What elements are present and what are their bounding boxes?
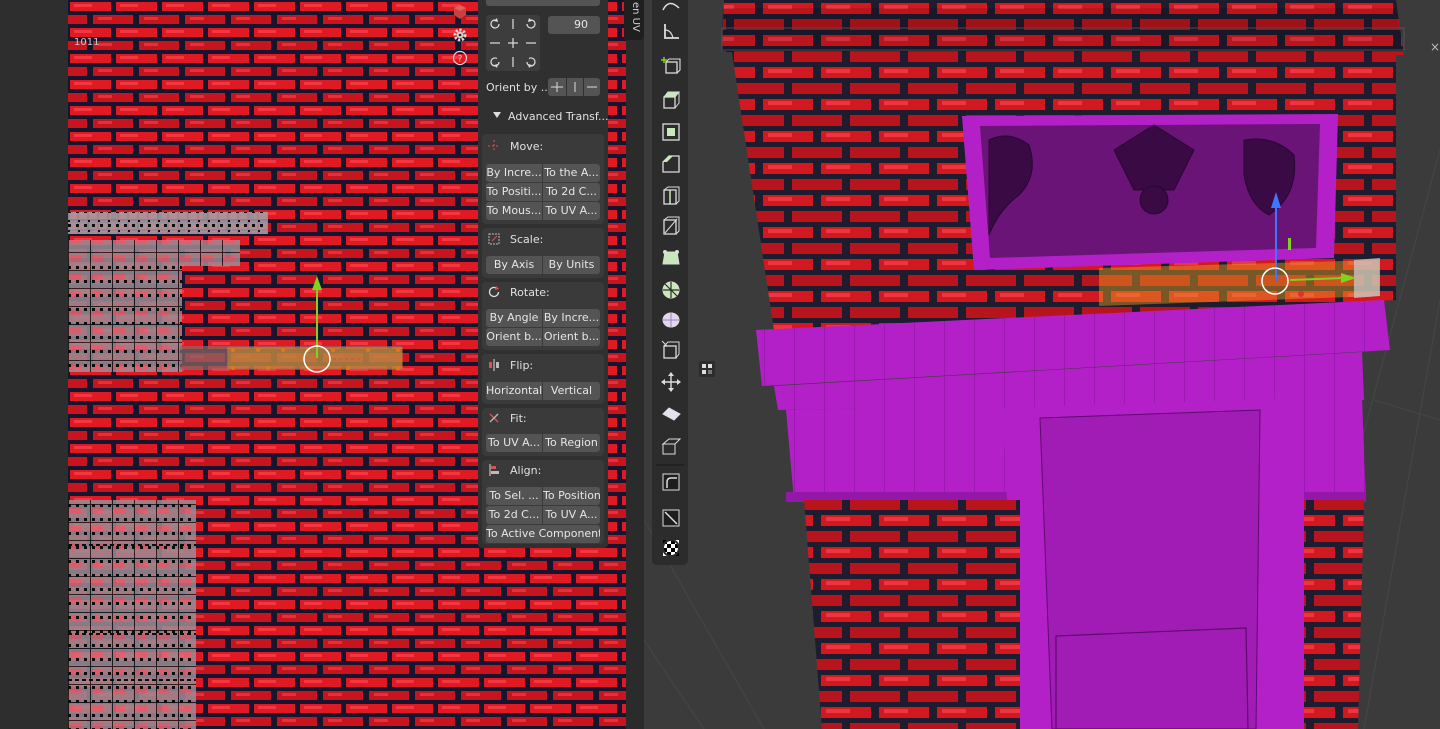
rotation-grid	[486, 15, 540, 71]
3d-viewport[interactable]: ×	[644, 0, 1440, 729]
uv-side-panel: 90 Orient by ... Advanced Transf... Move…	[478, 0, 608, 548]
fit-label: Fit:	[510, 412, 527, 425]
align-to-active-component-button[interactable]: To Active Component	[486, 525, 600, 543]
extrude-icon[interactable]	[661, 90, 681, 110]
scale-label: Scale:	[510, 233, 544, 246]
move-to-active-button[interactable]: To the A...	[543, 164, 600, 182]
viewport-toolbar	[652, 0, 688, 565]
orient-by-label: Orient by ...	[486, 81, 552, 94]
align-to-selection-button[interactable]: To Sel. ...	[486, 487, 542, 505]
top-tool-row[interactable]	[486, 0, 600, 6]
align-label: Align:	[510, 464, 542, 477]
measure-icon[interactable]	[661, 22, 681, 42]
svg-text:?: ?	[458, 55, 463, 65]
rotate-cw-icon[interactable]	[524, 55, 538, 69]
scale-icon	[488, 233, 500, 245]
center-cross-icon[interactable]	[506, 36, 520, 50]
move-to-position-button[interactable]: To Positi...	[486, 183, 542, 201]
orient-flat-button[interactable]	[584, 78, 600, 96]
rotate-ccw-icon[interactable]	[488, 55, 502, 69]
rotate-ccw-icon[interactable]	[488, 17, 502, 31]
knife-icon[interactable]	[661, 216, 681, 236]
flip-label: Flip:	[510, 359, 534, 372]
gear-icon[interactable]	[452, 27, 468, 43]
scale-by-units-button[interactable]: By Units	[543, 256, 600, 274]
rotate-orient-by-button-1[interactable]: Orient b...	[486, 328, 542, 346]
flip-horizontal-button[interactable]: Horizontal	[486, 382, 542, 400]
flip-vertical-button[interactable]: Vertical	[543, 382, 600, 400]
align-to-position-button[interactable]: To Position	[543, 487, 600, 505]
rotate-label: Rotate:	[510, 286, 550, 299]
uv-tile-number: 1011	[74, 37, 100, 48]
align-icon	[489, 464, 499, 476]
vertical-bar-icon	[574, 82, 576, 92]
checker-icon[interactable]	[661, 538, 681, 558]
curve-icon[interactable]	[661, 0, 681, 16]
rotation-angle-field[interactable]: 90	[548, 16, 600, 34]
advanced-transform-header[interactable]: Advanced Transf...	[508, 110, 608, 123]
rotate-by-increment-button[interactable]: By Incre...	[543, 309, 600, 327]
orient-horizontal-button[interactable]	[548, 78, 566, 96]
smooth-icon[interactable]	[661, 310, 681, 330]
floating-widget-icon[interactable]	[698, 360, 716, 378]
viewport-scene[interactable]	[644, 0, 1440, 729]
inset-icon[interactable]	[661, 122, 681, 142]
vertical-bar-icon[interactable]	[506, 17, 520, 31]
panel-tab-label[interactable]: en UV	[627, 2, 641, 32]
align-to-2d-cursor-button[interactable]: To 2d C...	[486, 506, 542, 524]
spin-icon[interactable]	[661, 280, 681, 300]
uv-island-bottom[interactable]	[68, 500, 196, 729]
cube-icon[interactable]	[452, 4, 468, 20]
fit-to-uv-area-button[interactable]: To UV A...	[486, 434, 542, 452]
loop-cut-icon[interactable]	[661, 186, 681, 206]
collapse-triangle-icon[interactable]	[492, 110, 502, 120]
fit-to-region-button[interactable]: To Region	[543, 434, 600, 452]
toolbar-separator	[656, 464, 684, 466]
fit-icon	[489, 413, 499, 423]
help-icon[interactable]: ?	[452, 50, 468, 66]
uv-selected-strip[interactable]	[180, 346, 403, 370]
align-cross-icon	[551, 82, 563, 92]
move-by-increment-button[interactable]: By Incre...	[486, 164, 542, 182]
shear-icon[interactable]	[661, 404, 681, 424]
edge-slide-icon[interactable]	[661, 340, 681, 360]
vertical-bar-icon[interactable]	[506, 55, 520, 69]
carved-panel[interactable]	[962, 114, 1338, 270]
poly-build-icon[interactable]	[661, 248, 681, 268]
orient-vertical-button[interactable]	[567, 78, 583, 96]
blender-window: 1011 ? 90 Orient by ... Advanced Transf.…	[0, 0, 1440, 729]
add-cube-icon[interactable]	[661, 56, 681, 76]
uv-edge-icon[interactable]	[661, 472, 681, 492]
rip-icon[interactable]	[661, 436, 681, 456]
rotate-orient-by-button-2[interactable]: Orient b...	[543, 328, 600, 346]
move-to-mouse-button[interactable]: To Mous...	[486, 202, 542, 220]
horizontal-bar-icon[interactable]	[488, 36, 502, 50]
horizontal-bar-icon[interactable]	[524, 36, 538, 50]
move-label: Move:	[510, 140, 544, 153]
uv-header-icons: ?	[450, 0, 472, 73]
move-icon	[488, 140, 500, 152]
align-to-uv-area-button[interactable]: To UV A...	[543, 506, 600, 524]
uv-square-icon[interactable]	[661, 508, 681, 528]
rotate-icon	[488, 286, 500, 298]
scale-by-axis-button[interactable]: By Axis	[486, 256, 542, 274]
close-icon[interactable]: ×	[1430, 40, 1440, 54]
move-to-uv-area-button[interactable]: To UV A...	[543, 202, 600, 220]
shrink-fatten-icon[interactable]	[661, 372, 681, 392]
rotate-cw-icon[interactable]	[524, 17, 538, 31]
rotate-by-angle-button[interactable]: By Angle	[486, 309, 542, 327]
horizontal-bar-icon	[587, 86, 597, 88]
flip-icon	[489, 359, 499, 371]
bevel-icon[interactable]	[661, 154, 681, 174]
move-to-2d-cursor-button[interactable]: To 2d C...	[543, 183, 600, 201]
